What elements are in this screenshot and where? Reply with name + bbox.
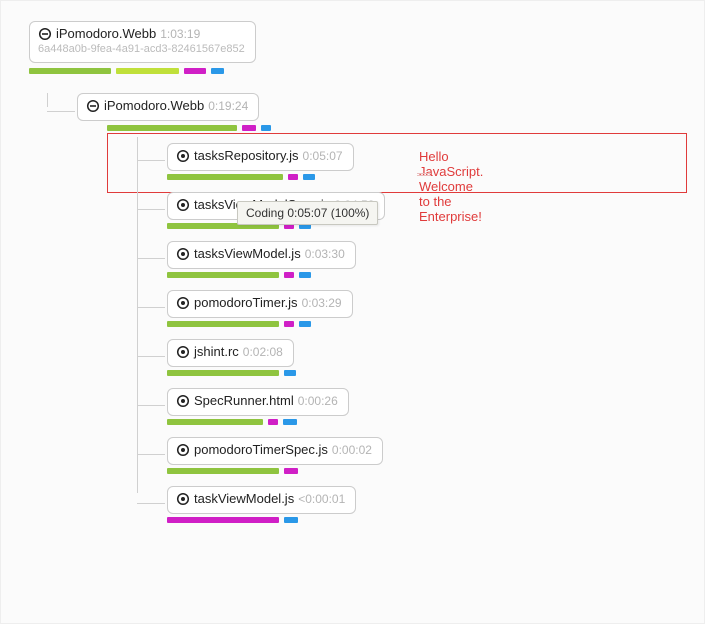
target-icon [176, 492, 190, 506]
file-node[interactable]: pomodoroTimer.js 0:03:29 [167, 290, 353, 318]
file-node[interactable]: tasksViewModel.js 0:03:30 [167, 241, 356, 269]
target-icon [176, 345, 190, 359]
bar-segment [167, 468, 279, 474]
target-icon [176, 296, 190, 310]
bar-segment [167, 321, 279, 327]
target-icon [176, 247, 190, 261]
bar-segment [284, 272, 294, 278]
canvas: iPomodoro.Webb 1:03:19 6a448a0b-9fea-4a9… [0, 0, 705, 624]
file-bars [167, 419, 385, 425]
bar-segment [116, 68, 179, 74]
file-name: pomodoroTimerSpec.js [194, 442, 328, 457]
subtree: tasksRepository.js0:05:07tasksViewModelS… [137, 143, 385, 523]
file-bars [167, 174, 385, 180]
target-icon [176, 394, 190, 408]
file-time: 0:03:30 [305, 247, 345, 261]
root-guid: 6a448a0b-9fea-4a91-acd3-82461567e852 [38, 43, 245, 55]
file-bars [167, 468, 385, 474]
target-icon [176, 198, 190, 212]
file-node[interactable]: pomodoroTimerSpec.js 0:00:02 [167, 437, 383, 465]
file-node[interactable]: SpecRunner.html 0:00:26 [167, 388, 349, 416]
file-name: jshint.rc [194, 344, 239, 359]
file-node[interactable]: tasksRepository.js 0:05:07 [167, 143, 354, 171]
bar-segment [284, 468, 298, 474]
bar-segment [283, 419, 297, 425]
file-time: 0:00:26 [298, 394, 338, 408]
file-name: pomodoroTimer.js [194, 295, 298, 310]
bar-segment [167, 174, 283, 180]
bar-segment [167, 370, 279, 376]
file-bars [167, 272, 385, 278]
root-node[interactable]: iPomodoro.Webb 1:03:19 6a448a0b-9fea-4a9… [29, 21, 256, 63]
file-name: tasksRepository.js [194, 148, 299, 163]
callout-text: Hello JavaScript. Welcome to the Enterpr… [419, 149, 483, 224]
bar-segment [211, 68, 224, 74]
root-name: iPomodoro.Webb [56, 26, 156, 41]
file-time: 0:03:29 [302, 296, 342, 310]
target-icon [176, 443, 190, 457]
bar-segment [284, 370, 296, 376]
target-icon [176, 149, 190, 163]
file-bars [167, 321, 385, 327]
file-name: tasksViewModel.js [194, 246, 301, 261]
tooltip: Coding 0:05:07 (100%) [237, 201, 378, 225]
file-node[interactable]: taskViewModel.js <0:00:01 [167, 486, 356, 514]
bar-segment [299, 321, 311, 327]
file-time: <0:00:01 [298, 492, 345, 506]
bar-segment [29, 68, 111, 74]
group-bars [107, 125, 385, 131]
callout-line [417, 173, 431, 176]
bar-segment [284, 321, 294, 327]
group-name: iPomodoro.Webb [104, 98, 204, 113]
file-time: 0:00:02 [332, 443, 372, 457]
bar-segment [167, 272, 279, 278]
tree: iPomodoro.Webb 0:19:24 Hello JavaScript.… [47, 93, 385, 535]
bar-segment [288, 174, 298, 180]
file-node[interactable]: jshint.rc 0:02:08 [167, 339, 294, 367]
root-time: 1:03:19 [160, 27, 200, 41]
file-name: SpecRunner.html [194, 393, 294, 408]
collapse-icon[interactable] [86, 99, 100, 113]
bar-segment [107, 125, 237, 131]
bar-segment [299, 272, 311, 278]
group-node[interactable]: iPomodoro.Webb 0:19:24 [77, 93, 259, 121]
bar-segment [167, 419, 263, 425]
bar-segment [284, 517, 298, 523]
bar-segment [184, 68, 206, 74]
group-time: 0:19:24 [208, 99, 248, 113]
root-bars [29, 68, 704, 74]
file-time: 0:02:08 [243, 345, 283, 359]
file-time: 0:05:07 [303, 149, 343, 163]
file-name: taskViewModel.js [194, 491, 294, 506]
bar-segment [167, 517, 279, 523]
bar-segment [303, 174, 315, 180]
file-bars [167, 370, 385, 376]
bar-segment [268, 419, 278, 425]
collapse-icon[interactable] [38, 27, 52, 41]
bar-segment [242, 125, 256, 131]
file-bars [167, 517, 385, 523]
bar-segment [261, 125, 271, 131]
